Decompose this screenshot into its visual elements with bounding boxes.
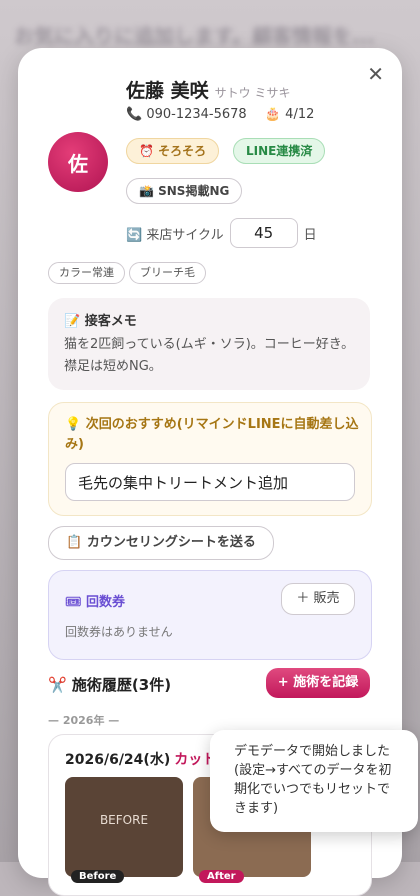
recommendation-title: 💡 次回のおすすめ(リマインドLINEに自動差し込み) — [65, 417, 359, 452]
birthday: 4/12 — [285, 107, 315, 122]
tag-chip[interactable]: カラー常連 — [48, 262, 125, 284]
ticket-title: 🎟 回数券 — [65, 595, 126, 610]
next-recommendation: 💡 次回のおすすめ(リマインドLINEに自動差し込み) — [48, 402, 372, 516]
blurred-background-text: お気に入りに追加します。顧客情報を... — [14, 24, 375, 48]
status-badge-line: LINE連携済 — [233, 138, 326, 164]
customer-name-row: 佐藤 美咲 サトウ ミサキ — [126, 76, 290, 103]
tag-chip[interactable]: ブリーチ毛 — [129, 262, 206, 284]
phone-icon: 📞 — [126, 107, 143, 122]
treatment-date: 2026/6/24(水) — [65, 752, 171, 768]
history-title: ✂️ 施術履歴(3件) — [48, 676, 172, 694]
after-label: After — [199, 870, 244, 883]
service-memo: 📝 接客メモ 猫を2匹飼っている(ムギ・ソラ)。コーヒー好き。襟足は短めNG。 — [48, 298, 370, 390]
before-photo-caption: BEFORE — [99, 813, 149, 827]
status-badge-sns: 📸 SNS掲載NG — [126, 178, 243, 204]
ticket-empty-text: 回数券はありません — [65, 625, 173, 639]
memo-body: 猫を2匹飼っている(ムギ・ソラ)。コーヒー好き。襟足は短めNG。 — [64, 337, 355, 374]
ticket-panel: 🎟 回数券 ＋ 販売 回数券はありません — [48, 570, 372, 660]
toast-message: デモデータで開始しました(設定→すべてのデータを初期化でいつでもリセットできます… — [210, 730, 418, 832]
contact-info: 📞 090-1234-5678 🎂 4/12 — [126, 107, 314, 122]
before-photo[interactable]: BEFORE Before — [65, 777, 183, 883]
customer-kana: サトウ ミサキ — [214, 86, 291, 100]
visit-cycle: 🔄 来店サイクル 日 — [126, 218, 317, 248]
close-icon[interactable]: ✕ — [367, 64, 384, 84]
status-badge-soon: ⏰ そろそろ — [126, 138, 220, 164]
record-treatment-button[interactable]: + 施術を記録 — [266, 668, 370, 698]
customer-name: 佐藤 美咲 — [126, 80, 209, 102]
memo-title: 📝 接客メモ — [64, 314, 137, 329]
customer-tags: カラー常連 ブリーチ毛 — [48, 262, 206, 284]
recommendation-input[interactable] — [65, 463, 355, 501]
visit-cycle-label: 🔄 来店サイクル — [126, 227, 224, 243]
visit-cycle-input[interactable] — [229, 218, 298, 248]
year-divider: — 2026年 — — [48, 714, 120, 727]
visit-cycle-unit: 日 — [303, 227, 317, 243]
phone-number[interactable]: 090-1234-5678 — [146, 107, 246, 122]
before-label: Before — [71, 870, 125, 883]
send-counseling-sheet-button[interactable]: 📋 カウンセリングシートを送る — [48, 526, 274, 560]
cake-icon: 🎂 — [264, 107, 282, 122]
sell-ticket-button[interactable]: ＋ 販売 — [281, 583, 355, 615]
avatar: 佐 — [48, 132, 108, 192]
